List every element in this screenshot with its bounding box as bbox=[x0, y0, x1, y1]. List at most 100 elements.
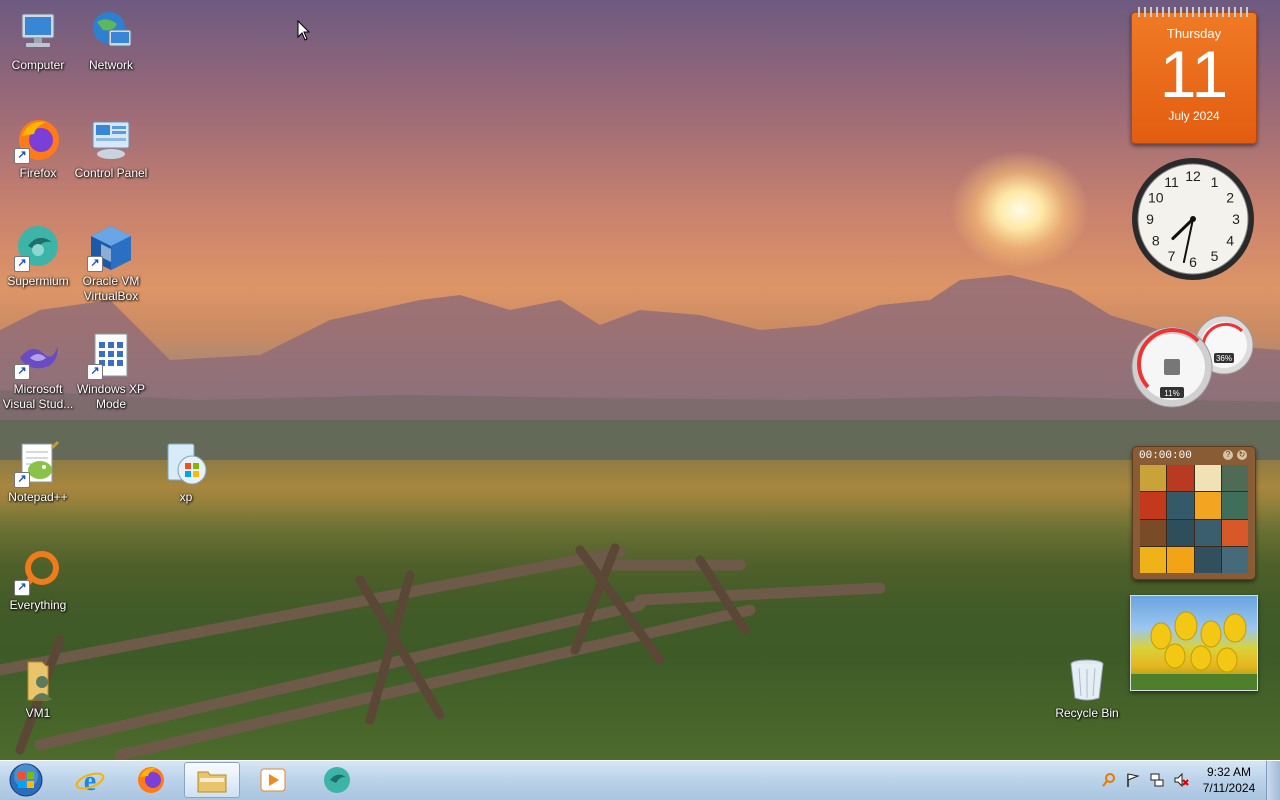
taskbar-date: 7/11/2024 bbox=[1202, 781, 1256, 795]
calendar-day: 11 bbox=[1159, 37, 1229, 111]
puzzle-timer: 00:00:00 bbox=[1139, 450, 1192, 462]
desktop-icon-everything[interactable]: ↗ Everything bbox=[0, 548, 76, 613]
everything-icon: ↗ bbox=[14, 548, 62, 596]
taskbar-time: 9:32 AM bbox=[1206, 765, 1252, 779]
clock-numeral: 9 bbox=[1146, 211, 1154, 227]
wallpaper-mountains bbox=[0, 275, 1280, 460]
desktop-icon-vm1[interactable]: VM1 bbox=[0, 656, 76, 721]
shortcut-arrow-icon: ↗ bbox=[14, 256, 30, 272]
shortcut-arrow-icon: ↗ bbox=[14, 472, 30, 488]
shortcut-arrow-icon: ↗ bbox=[14, 148, 30, 164]
mouse-cursor-icon bbox=[297, 20, 311, 41]
shortcut-arrow-icon: ↗ bbox=[14, 580, 30, 596]
tulips-photo bbox=[1131, 611, 1257, 690]
control-panel-icon bbox=[87, 116, 135, 164]
puzzle-tile[interactable] bbox=[1194, 492, 1221, 519]
notepadpp-icon: ↗ bbox=[14, 440, 62, 488]
desktop-icon-network[interactable]: Network bbox=[73, 8, 149, 73]
puzzle-tile[interactable] bbox=[1140, 519, 1167, 546]
search-tray-icon[interactable] bbox=[1101, 772, 1117, 788]
xp-setup-icon bbox=[162, 440, 210, 488]
shortcut-arrow-icon: ↗ bbox=[87, 256, 103, 272]
file-explorer-icon bbox=[197, 771, 227, 793]
puzzle-tile[interactable] bbox=[1194, 465, 1221, 492]
picture-puzzle-gadget[interactable]: 00:00:00 ? ↻ bbox=[1132, 446, 1256, 580]
windows-orb-icon bbox=[9, 763, 43, 797]
action-center-flag-icon[interactable] bbox=[1125, 772, 1141, 788]
desktop-icon-virtualbox[interactable]: ↗ Oracle VM VirtualBox bbox=[73, 224, 149, 304]
wallpaper-sun bbox=[950, 150, 1090, 270]
supermium-icon bbox=[324, 767, 350, 793]
puzzle-tile[interactable] bbox=[1140, 492, 1167, 519]
taskbar-firefox[interactable] bbox=[123, 762, 179, 798]
volume-muted-icon[interactable] bbox=[1173, 772, 1189, 788]
taskbar-clock[interactable]: 9:32 AM 7/11/2024 bbox=[1195, 764, 1263, 798]
clock-numeral: 10 bbox=[1148, 190, 1164, 206]
puzzle-tile[interactable] bbox=[1140, 546, 1167, 573]
taskbar-supermium[interactable] bbox=[309, 762, 365, 798]
shortcut-arrow-icon: ↗ bbox=[14, 364, 30, 380]
desktop-icon-supermium[interactable]: ↗ Supermium bbox=[0, 224, 76, 289]
media-player-icon bbox=[260, 768, 286, 792]
visual-studio-icon: ↗ bbox=[14, 332, 62, 380]
puzzle-tile[interactable] bbox=[1167, 492, 1194, 519]
show-desktop-button[interactable] bbox=[1266, 761, 1280, 800]
internet-explorer-icon: e bbox=[75, 766, 105, 795]
clock-numeral: 12 bbox=[1185, 168, 1201, 184]
virtualbox-icon: ↗ bbox=[87, 224, 135, 272]
desktop-icon-xp[interactable]: xp bbox=[148, 440, 224, 505]
system-tray bbox=[1095, 762, 1201, 798]
supermium-icon: ↗ bbox=[14, 224, 62, 272]
calendar-month-year: July 2024 bbox=[1168, 109, 1220, 123]
desktop-icon-firefox[interactable]: ↗ Firefox bbox=[0, 116, 76, 181]
puzzle-grid[interactable] bbox=[1140, 465, 1248, 573]
cpu-percent: 11% bbox=[1164, 389, 1179, 398]
puzzle-tile[interactable] bbox=[1167, 546, 1194, 573]
memory-percent: 36% bbox=[1216, 354, 1232, 363]
clock-gadget[interactable]: 1234567891011 12 bbox=[1131, 157, 1255, 281]
puzzle-tile[interactable] bbox=[1194, 546, 1221, 573]
desktop-icon-visual-studio[interactable]: ↗ Microsoft Visual Stud... bbox=[0, 332, 76, 412]
puzzle-tile[interactable] bbox=[1221, 492, 1248, 519]
desktop-icon-notepadpp[interactable]: ↗ Notepad++ bbox=[0, 440, 76, 505]
clock-numeral: 2 bbox=[1226, 190, 1234, 206]
calendar-gadget[interactable]: Thursday 11 July 2024 bbox=[1131, 7, 1257, 144]
puzzle-tile[interactable] bbox=[1167, 465, 1194, 492]
firefox-icon: ↗ bbox=[14, 116, 62, 164]
slideshow-gadget[interactable] bbox=[1130, 595, 1258, 691]
puzzle-help-icon[interactable]: ? bbox=[1223, 450, 1233, 460]
cpu-meter-gadget[interactable]: 36% 11% bbox=[1130, 315, 1256, 409]
puzzle-tile[interactable] bbox=[1167, 519, 1194, 546]
puzzle-tile[interactable] bbox=[1221, 546, 1248, 573]
calendar-rings bbox=[1138, 7, 1250, 17]
puzzle-tile[interactable] bbox=[1221, 465, 1248, 492]
firefox-icon bbox=[138, 767, 164, 793]
taskbar-media-player[interactable] bbox=[245, 762, 301, 798]
puzzle-tile[interactable] bbox=[1221, 519, 1248, 546]
desktop-icon-xp-mode[interactable]: ↗ Windows XP Mode bbox=[73, 332, 149, 412]
clock-numeral: 11 bbox=[1164, 174, 1179, 190]
puzzle-tile[interactable] bbox=[1140, 465, 1167, 492]
taskbar-file-explorer[interactable] bbox=[184, 762, 240, 798]
shortcut-arrow-icon: ↗ bbox=[87, 364, 103, 380]
puzzle-tile[interactable] bbox=[1194, 519, 1221, 546]
clock-numeral: 3 bbox=[1232, 211, 1240, 227]
svg-text:e: e bbox=[84, 766, 96, 795]
recycle-bin-icon bbox=[1063, 656, 1111, 704]
desktop-wallpaper bbox=[0, 0, 1280, 760]
desktop-icon-recycle-bin[interactable]: Recycle Bin bbox=[1049, 656, 1125, 721]
network-tray-icon[interactable] bbox=[1149, 772, 1165, 788]
desktop-icon-computer[interactable]: Computer bbox=[0, 8, 76, 73]
folder-user-icon bbox=[14, 656, 62, 704]
clock-numeral: 4 bbox=[1226, 233, 1234, 249]
clock-numeral: 8 bbox=[1152, 233, 1160, 249]
clock-numeral: 1 bbox=[1211, 174, 1219, 190]
puzzle-restart-icon[interactable]: ↻ bbox=[1237, 450, 1247, 460]
taskbar-internet-explorer[interactable]: e bbox=[62, 762, 118, 798]
computer-icon bbox=[14, 8, 62, 56]
wallpaper-fence bbox=[0, 543, 886, 760]
network-icon bbox=[87, 8, 135, 56]
desktop-icon-control-panel[interactable]: Control Panel bbox=[73, 116, 149, 181]
start-button[interactable] bbox=[4, 762, 44, 798]
xp-mode-icon: ↗ bbox=[87, 332, 135, 380]
